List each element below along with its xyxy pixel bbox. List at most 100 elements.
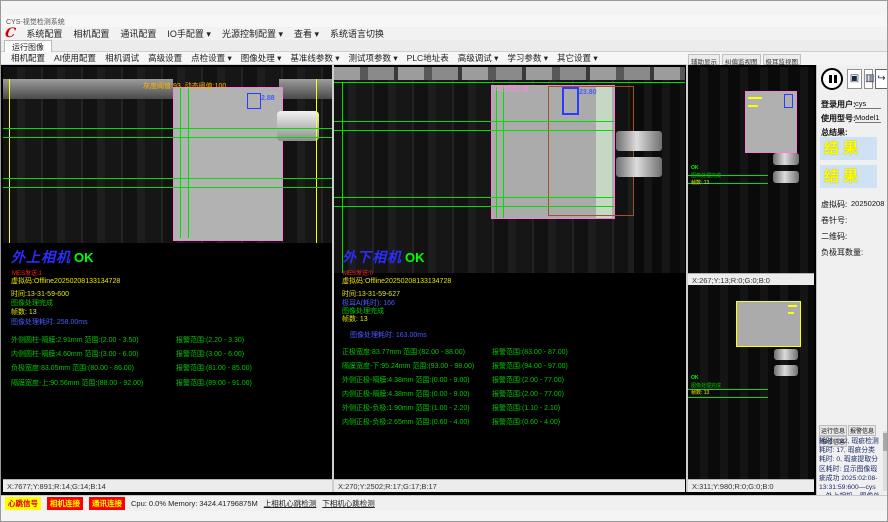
alarm-range: 报警范围:(0.60 - 4.00) xyxy=(492,419,560,427)
edge-line xyxy=(188,88,189,238)
alarm-range: 报警范围:(94.00 - 97.00) xyxy=(492,363,568,371)
monitor-view-bottom[interactable]: OK 图像处理完成 帧数: 13 xyxy=(688,285,814,479)
measure-text: 隔膜宽度-上:90.56mm 范围:(88.00 - 92.00) xyxy=(11,380,143,387)
tool-spot-check[interactable]: 点检设置 ▾ xyxy=(191,52,232,64)
tab-alarm-info[interactable]: 报警信息 xyxy=(848,425,876,436)
tool-other-settings[interactable]: 其它设置 ▾ xyxy=(557,52,598,64)
monitor-image-top[interactable]: OK 图像处理完成 帧数: 13 xyxy=(688,67,814,273)
tool-advanced-debug[interactable]: 高级调试 ▾ xyxy=(458,52,499,64)
side-panel: ▣ ▥ ↪ 登录用户: cys 使用型号: Model1 总结果: 结果 结果 … xyxy=(816,65,888,495)
machine-rail xyxy=(334,67,685,80)
virtual-code: 虚拟码:Offline20250208133134728 xyxy=(11,278,120,286)
pixel-status-thumb-bottom: X:311;Y:980;R:0;G:0;B:0 xyxy=(688,479,814,492)
tool-camera-debug[interactable]: 相机调试 xyxy=(105,52,139,64)
tool-ai-usage-config[interactable]: AI使用配置 xyxy=(54,52,96,64)
alarm-range: 报警范围:(1.10 - 2.10) xyxy=(492,405,560,413)
measure-line-vertical xyxy=(316,79,317,243)
tool-learning-params[interactable]: 学习参数 ▾ xyxy=(507,52,548,64)
menu-item-io-config[interactable]: IO手配置 ▾ xyxy=(167,27,211,40)
measure-mark xyxy=(788,305,797,307)
camera-image-upper[interactable]: 灰度阈值:93, 动态阈值:100 2.88 xyxy=(3,67,332,243)
camera-view-lower[interactable]: AI检测区域 23.80 外下相机OK MES发送:0 虚拟码:Offline2… xyxy=(334,67,685,479)
monitor-view-top[interactable]: OK 图像处理完成 帧数: 13 xyxy=(688,67,814,273)
upper-camera-heartbeat-link[interactable]: 上相机心跳检测 xyxy=(264,498,317,509)
comm-link-badge: 通讯连接 xyxy=(89,497,125,510)
measure-text: 内侧正极-负极:2.65mm 范围:(0.60 - 4.00) xyxy=(342,419,470,426)
tool-camera-config[interactable]: 相机配置 xyxy=(11,52,45,64)
measure-text: 外侧正极-隔膜:4.38mm 范围:(0.00 - 9.00) xyxy=(342,377,470,384)
exit-button[interactable]: ↪ xyxy=(875,69,888,89)
gripper-clamp xyxy=(616,131,662,151)
menu-bar: C 系统配置 相机配置 通讯配置 IO手配置 ▾ 光源控制配置 ▾ 查看 ▾ 系… xyxy=(1,27,887,40)
tool-test-item-params[interactable]: 测试项参数 ▾ xyxy=(349,52,398,64)
info-scrollbar[interactable] xyxy=(883,431,888,491)
virtual-code-label: 虚拟码: xyxy=(821,199,847,210)
tab-tab-monitor[interactable]: 极耳监视图 xyxy=(763,54,802,65)
camera-name: 外上相机 xyxy=(11,250,71,266)
measure-line-horizontal xyxy=(334,197,614,198)
alarm-range: 报警范围:(2.00 - 77.00) xyxy=(492,377,564,385)
lower-camera-heartbeat-link[interactable]: 下相机心跳检测 xyxy=(322,498,375,509)
model-label: 使用型号: xyxy=(821,113,856,124)
divider-button[interactable]: ▥ xyxy=(864,69,873,89)
frame-count: 帧数: 13 xyxy=(342,316,368,324)
measure-text: 负极宽度:83.05mm 范围:(80.00 - 86.00) xyxy=(11,365,134,372)
tab-aux-display[interactable]: 辅助显示 xyxy=(688,54,720,65)
measure-roi-box xyxy=(562,87,579,115)
winding-pin-label: 卷针号: xyxy=(821,215,847,226)
status-bar: 心跳信号 相机连接 通讯连接 Cpu: 0.0% Memory: 3424.41… xyxy=(1,495,888,511)
pause-icon xyxy=(829,75,832,83)
camera-name: 外下相机 xyxy=(342,250,402,266)
tool-advanced-settings[interactable]: 高级设置 xyxy=(148,52,182,64)
pause-button[interactable] xyxy=(821,68,843,90)
gripper-clamp xyxy=(773,171,799,183)
model-value[interactable]: Model1 xyxy=(855,113,881,123)
login-user-value[interactable]: cys xyxy=(855,99,881,109)
machine-rail xyxy=(279,79,332,99)
process-done: 图像处理完成 xyxy=(11,300,53,308)
tab-strip: 运行图像 xyxy=(1,40,887,52)
result-ok: OK xyxy=(405,250,425,265)
tab-run-info[interactable]: 运行信息 xyxy=(819,425,847,436)
tab-run-image[interactable]: 运行图像 xyxy=(4,40,52,52)
measure-text: 正极宽度:83.77mm 范围:(82.00 - 88.00) xyxy=(342,349,465,356)
measure-mark xyxy=(748,105,758,107)
edge-line xyxy=(496,86,497,218)
thumb-process-done: 图像处理完成 xyxy=(691,173,721,179)
mes-status: MES发送:0 xyxy=(343,270,373,278)
thumb-result-ok: OK xyxy=(691,165,699,171)
menu-item-comm-config[interactable]: 通讯配置 xyxy=(120,27,156,40)
menu-item-camera-config[interactable]: 相机配置 xyxy=(73,27,109,40)
measure-text: 外侧正极-负极:1.90mm 范围:(1.00 - 2.20) xyxy=(342,405,470,412)
mes-status: MES发送:1 xyxy=(12,270,42,278)
measure-line-horizontal xyxy=(3,178,332,179)
monitor-image-bottom[interactable]: OK 图像处理完成 帧数: 13 xyxy=(688,285,814,479)
alarm-range: 报警范围:(2.00 - 77.00) xyxy=(492,391,564,399)
tool-image-processing[interactable]: 图像处理 ▾ xyxy=(241,52,282,64)
measure-line-horizontal xyxy=(334,121,614,122)
neg-tab-count-label: 负极耳数量: xyxy=(821,247,863,258)
edge-line xyxy=(342,82,343,273)
camera-view-upper[interactable]: 灰度阈值:93, 动态阈值:100 2.88 外上相机OK MES发送:1 虚拟… xyxy=(3,67,332,479)
monitor-button[interactable]: ▣ xyxy=(847,69,862,89)
menu-item-view[interactable]: 查看 ▾ xyxy=(294,27,319,40)
menu-item-language-switch[interactable]: 系统语言切换 xyxy=(330,27,384,40)
measure-mark xyxy=(748,97,762,99)
gripper-clamp xyxy=(616,157,662,177)
alarm-range: 报警范围:(2.20 - 3.30) xyxy=(176,337,244,345)
tool-baseline-params[interactable]: 基准线参数 ▾ xyxy=(290,52,339,64)
measure-line-horizontal xyxy=(334,130,614,131)
monitor-icon: ▣ xyxy=(850,73,859,84)
camera-image-lower[interactable]: AI检测区域 23.80 xyxy=(334,67,685,273)
tool-plc-address-table[interactable]: PLC地址表 xyxy=(407,52,449,64)
scrollbar-thumb[interactable] xyxy=(883,433,888,451)
menu-item-light-config[interactable]: 光源控制配置 ▾ xyxy=(222,27,283,40)
thumb-frame-count: 帧数: 13 xyxy=(691,390,709,396)
app-logo-icon: C xyxy=(4,29,16,39)
edge-line xyxy=(503,86,504,218)
gripper-clamp xyxy=(773,153,799,165)
gripper-clamp xyxy=(774,365,798,376)
menu-item-system-config[interactable]: 系统配置 xyxy=(26,27,62,40)
tab-deviation-monitor[interactable]: 纠偏监视图 xyxy=(722,54,761,65)
result-ok: OK xyxy=(74,250,94,265)
